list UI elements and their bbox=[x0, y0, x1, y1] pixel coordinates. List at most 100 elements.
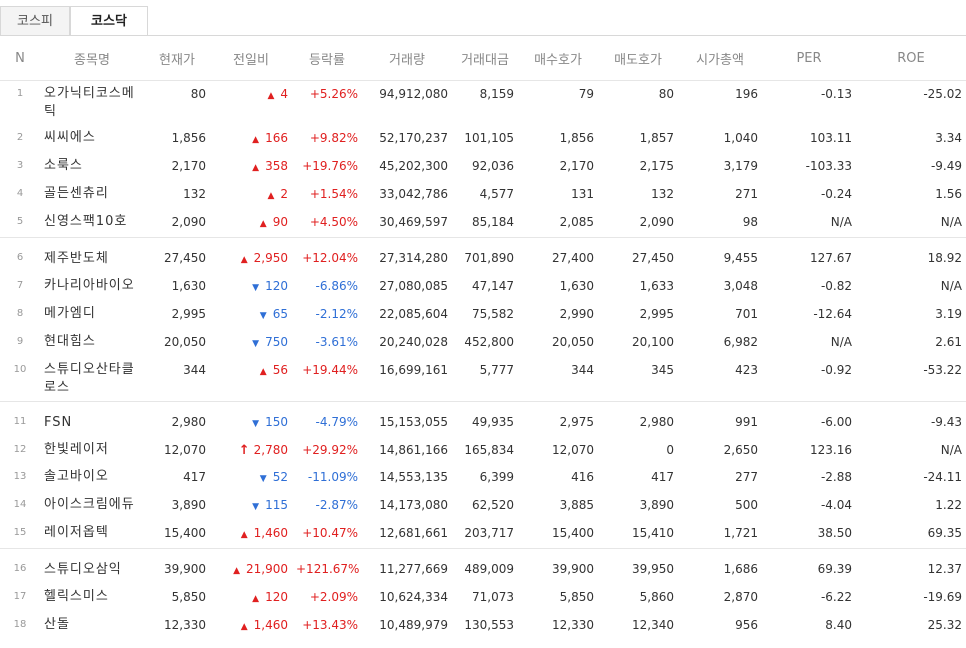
trade-amount: 8,159 bbox=[479, 87, 514, 101]
trade-amount: 489,009 bbox=[452, 548, 518, 584]
change-cell: ▲ 1,460 bbox=[210, 520, 292, 549]
col-header-roe[interactable]: ROE bbox=[856, 36, 966, 81]
col-header-price[interactable]: 현재가 bbox=[144, 36, 210, 81]
change-rate: +13.43% bbox=[302, 618, 358, 632]
bid-price: 12,070 bbox=[552, 443, 594, 457]
change-cell: ▼ 750 bbox=[210, 329, 292, 357]
change-value: 4 bbox=[280, 87, 288, 101]
current-price: 12,330 bbox=[164, 618, 206, 632]
per-value: -12.64 bbox=[813, 307, 852, 321]
change-cell: ▲ 21,900 bbox=[210, 548, 292, 584]
row-number: 7 bbox=[16, 280, 24, 291]
tab-kospi[interactable]: 코스피 bbox=[0, 6, 70, 35]
stock-name-link[interactable]: 신영스팩10호 bbox=[40, 209, 144, 238]
table-row: 7 카나리아바이오 1,630 ▼ 120 -6.86% 27,080,085 47,147 1… bbox=[0, 273, 966, 301]
bid-price: 1,630 bbox=[559, 279, 594, 293]
change-rate: -11.09% bbox=[307, 470, 358, 484]
col-header-name[interactable]: 종목명 bbox=[40, 36, 144, 81]
stock-name-link[interactable]: 헬릭스미스 bbox=[40, 584, 144, 612]
trade-amount: 5,777 bbox=[479, 363, 514, 377]
market-cap: 423 bbox=[735, 363, 758, 377]
roe-value: 25.32 bbox=[927, 618, 962, 632]
per-value: N/A bbox=[830, 335, 852, 349]
trade-amount: 92,036 bbox=[472, 159, 514, 173]
change-cell: ▲ 90 bbox=[210, 209, 292, 238]
table-row: 16 스튜디오삼익 39,900 ▲ 21,900 +121.67% 11,277,669 4… bbox=[0, 548, 966, 584]
current-price: 27,450 bbox=[144, 237, 210, 273]
table-row: 14 아이스크림에듀 3,890 ▼ 115 -2.87% 14,173,080 62,520… bbox=[0, 492, 966, 520]
stock-name-link[interactable]: 한빛레이저 bbox=[40, 437, 144, 464]
up-arrow-icon: ▲ bbox=[252, 594, 260, 604]
current-price: 20,050 bbox=[164, 335, 206, 349]
row-number: 14 bbox=[13, 499, 27, 510]
stock-name-link[interactable]: 스튜디오삼익 bbox=[40, 548, 144, 584]
stock-name-link[interactable]: 제주반도체 bbox=[40, 237, 144, 273]
bid-price: 1,856 bbox=[559, 131, 594, 145]
stock-name-link[interactable]: FSN bbox=[40, 401, 144, 437]
current-price: 12,070 bbox=[164, 443, 206, 457]
trade-volume: 14,861,166 bbox=[379, 443, 448, 457]
col-header-change[interactable]: 전일비 bbox=[210, 36, 292, 81]
roe-value: 1.22 bbox=[935, 498, 962, 512]
table-row: 13 솔고바이오 417 ▼ 52 -11.09% 14,553,135 6,399 416 41… bbox=[0, 464, 966, 492]
ask-price: 20,100 bbox=[632, 335, 674, 349]
stock-name-link[interactable]: 오가닉티코스메틱 bbox=[40, 81, 144, 126]
row-number: 10 bbox=[13, 364, 27, 375]
roe-value: -9.49 bbox=[930, 159, 962, 173]
col-header-ask[interactable]: 매도호가 bbox=[598, 36, 678, 81]
change-cell: ▲ 120 bbox=[210, 584, 292, 612]
stock-name-link[interactable]: 씨씨에스 bbox=[40, 125, 144, 153]
stock-name-link[interactable]: 소룩스 bbox=[40, 153, 144, 181]
table-body: 1 오가닉티코스메틱 80 ▲ 4 +5.26% 94,912,080 8,159 79 80 19… bbox=[0, 81, 966, 641]
bid-price: 416 bbox=[571, 470, 594, 484]
col-header-bid[interactable]: 매수호가 bbox=[518, 36, 598, 81]
change-cell: ▲ 166 bbox=[210, 125, 292, 153]
table-row: 12 한빛레이저 12,070 ↑ 2,780 +29.92% 14,861,166 165,… bbox=[0, 437, 966, 464]
change-rate: -4.79% bbox=[292, 401, 362, 437]
trade-volume: 27,080,085 bbox=[379, 279, 448, 293]
change-value: 120 bbox=[265, 590, 288, 604]
market-cap: 277 bbox=[735, 470, 758, 484]
current-price: 417 bbox=[183, 470, 206, 484]
ask-price: 15,410 bbox=[632, 526, 674, 540]
stock-name-link[interactable]: 아이스크림에듀 bbox=[40, 492, 144, 520]
bid-price: 27,400 bbox=[518, 237, 598, 273]
ask-price: 3,890 bbox=[639, 498, 674, 512]
market-cap: 196 bbox=[735, 87, 758, 101]
roe-value: 1.56 bbox=[935, 187, 962, 201]
stock-name-link[interactable]: 솔고바이오 bbox=[40, 464, 144, 492]
col-header-volume[interactable]: 거래량 bbox=[362, 36, 452, 81]
change-value: 750 bbox=[265, 335, 288, 349]
stock-name-link[interactable]: 스튜디오산타클로스 bbox=[40, 357, 144, 402]
bid-price: 131 bbox=[571, 187, 594, 201]
change-cell: ▲ 358 bbox=[210, 153, 292, 181]
col-header-per[interactable]: PER bbox=[762, 36, 856, 81]
stock-name-link[interactable]: 골든센츄리 bbox=[40, 181, 144, 209]
market-cap: 98 bbox=[742, 215, 758, 229]
up-arrow-icon: ▲ bbox=[240, 255, 248, 265]
table-row: 5 신영스팩10호 2,090 ▲ 90 +4.50% 30,469,597 85,184 2,… bbox=[0, 209, 966, 238]
bid-price: 39,900 bbox=[518, 548, 598, 584]
market-cap: 956 bbox=[735, 618, 758, 632]
per-value: N/A bbox=[830, 215, 852, 229]
stock-name-link[interactable]: 산돌 bbox=[40, 612, 144, 640]
current-price: 2,995 bbox=[171, 307, 206, 321]
col-header-rate[interactable]: 등락률 bbox=[292, 36, 362, 81]
trade-amount: 130,553 bbox=[464, 618, 514, 632]
current-price: 1,856 bbox=[171, 131, 206, 145]
col-header-amount[interactable]: 거래대금 bbox=[452, 36, 518, 81]
trade-volume: 20,240,028 bbox=[379, 335, 448, 349]
table-row: 4 골든센츄리 132 ▲ 2 +1.54% 33,042,786 4,577 131 132 27… bbox=[0, 181, 966, 209]
stock-name-link[interactable]: 레이저옵텍 bbox=[40, 520, 144, 549]
ask-price: 2,980 bbox=[598, 401, 678, 437]
col-header-n[interactable]: N bbox=[0, 36, 40, 81]
market-cap: 3,179 bbox=[723, 159, 758, 173]
stock-name-link[interactable]: 현대힘스 bbox=[40, 329, 144, 357]
stock-name-link[interactable]: 메가엠디 bbox=[40, 301, 144, 329]
stock-name-link[interactable]: 카나리아바이오 bbox=[40, 273, 144, 301]
change-rate: -6.86% bbox=[315, 279, 358, 293]
tab-kosdaq[interactable]: 코스닥 bbox=[70, 6, 148, 36]
col-header-market-cap[interactable]: 시가총액 bbox=[678, 36, 762, 81]
change-value: 1,460 bbox=[253, 526, 288, 540]
ask-price: 345 bbox=[651, 363, 674, 377]
